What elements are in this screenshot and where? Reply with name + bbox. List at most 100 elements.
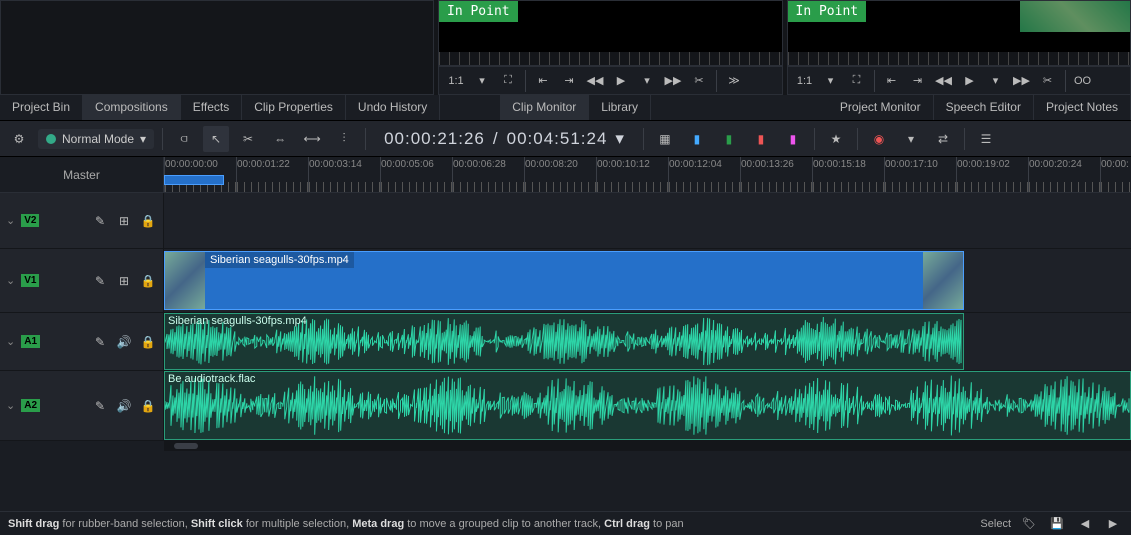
chevron-down-icon[interactable]: ▾ [615,129,625,149]
prev-icon[interactable]: ◀ [1075,515,1095,533]
video-icon[interactable]: ⊞ [115,212,133,230]
track-body-a2[interactable]: Be audiotrack.flac [164,371,1131,440]
edit-mode-select[interactable]: Normal Mode ▾ [38,129,154,149]
save-icon[interactable]: 💾 [1047,515,1067,533]
oo-label[interactable]: OO [1072,71,1094,91]
timecode-display[interactable]: 00:00:21:26 / 00:04:51:24 ▾ [374,129,635,149]
set-out-icon[interactable]: ⇥ [907,71,929,91]
tab-compositions[interactable]: Compositions [83,95,181,120]
lock-icon[interactable]: 🔒 [139,212,157,230]
collapse-icon[interactable]: ⌄ [6,335,15,348]
track-head-a2[interactable]: ⌄ A2 ✎ 🔊 🔒 [0,371,164,440]
slip-tool-icon[interactable]: ⟷ [299,126,325,152]
set-in-icon[interactable]: ⇤ [532,71,554,91]
tag-icon[interactable]: 🏷 [1019,515,1039,533]
mute-icon[interactable]: 🔊 [115,333,133,351]
chevron-down-icon[interactable]: ▾ [471,71,493,91]
track-head-v1[interactable]: ⌄ V1 ✎ ⊞ 🔒 [0,249,164,312]
lock-icon[interactable]: 🔒 [139,272,157,290]
fullscreen-icon[interactable]: ⛶ [846,71,868,91]
timeline-ruler-row: Master 00:00:00:0000:00:01:2200:00:03:14… [0,157,1131,193]
zoom-label[interactable]: 1:1 [794,71,816,91]
chevron-down-icon: ▾ [140,132,146,146]
track-body-a1[interactable]: Siberian seagulls-30fps.mp4 [164,313,1131,370]
master-label[interactable]: Master [0,157,164,192]
collapse-icon[interactable]: ⌄ [6,214,15,227]
chevron-down-icon[interactable]: ▾ [636,71,658,91]
effects-icon[interactable]: ✎ [91,397,109,415]
set-in-icon[interactable]: ⇤ [881,71,903,91]
favorite-icon[interactable]: ★ [823,126,849,152]
marker-blue-icon[interactable]: ▮ [684,126,710,152]
chevron-down-icon[interactable]: ▾ [985,71,1007,91]
marker-red-icon[interactable]: ▮ [748,126,774,152]
mix-icon[interactable]: ▦ [652,126,678,152]
monitor-ruler[interactable] [439,52,782,66]
effects-icon[interactable]: ✎ [91,212,109,230]
forward-icon[interactable]: ▶▶ [1011,71,1033,91]
timeline-scrollbar[interactable] [164,441,1131,451]
preview-left[interactable] [1,1,433,94]
play-icon[interactable]: ▶ [959,71,981,91]
audio-clip[interactable]: Be audiotrack.flac [164,371,1131,440]
tab-clip-properties[interactable]: Clip Properties [242,95,346,120]
track-label-a2: A2 [21,399,40,412]
timeline-ruler[interactable]: 00:00:00:0000:00:01:2200:00:03:1400:00:0… [164,157,1131,192]
track-body-v1[interactable]: Siberian seagulls-30fps.mp4 [164,249,1131,312]
rewind-icon[interactable]: ◀◀ [933,71,955,91]
chevron-down-icon[interactable]: ▾ [820,71,842,91]
chevron-down-icon[interactable]: ▾ [898,126,924,152]
preview-thumbnail [1020,1,1130,32]
marker-pink-icon[interactable]: ▮ [780,126,806,152]
effects-icon[interactable]: ✎ [91,272,109,290]
ripple-tool-icon[interactable]: ⫶ [331,126,357,152]
tab-project-notes[interactable]: Project Notes [1034,95,1131,120]
tab-clip-monitor[interactable]: Clip Monitor [500,95,589,120]
list-icon[interactable]: ☰ [973,126,999,152]
waveform [165,372,1130,439]
collapse-icon[interactable]: ⌄ [6,274,15,287]
forward-icon[interactable]: ▶▶ [662,71,684,91]
tab-speech-editor[interactable]: Speech Editor [934,95,1034,120]
tab-project-bin[interactable]: Project Bin [0,95,83,120]
crop-icon[interactable]: ✂ [688,71,710,91]
collapse-icon[interactable]: ⌄ [6,399,15,412]
select-tool-icon[interactable]: ↖ [203,126,229,152]
video-icon[interactable]: ⊞ [115,272,133,290]
video-clip[interactable]: Siberian seagulls-30fps.mp4 [164,251,964,310]
next-icon[interactable]: ▶ [1103,515,1123,533]
track-tools-icon[interactable]: ⫏ [171,126,197,152]
lock-icon[interactable]: 🔒 [139,333,157,351]
effects-icon[interactable]: ✎ [91,333,109,351]
more-icon[interactable]: ≫ [723,71,745,91]
tab-undo-history[interactable]: Undo History [346,95,440,120]
zoom-label[interactable]: 1:1 [445,71,467,91]
track-body-v2[interactable] [164,193,1131,248]
lock-icon[interactable]: 🔒 [139,397,157,415]
tab-project-monitor[interactable]: Project Monitor [828,95,934,120]
scrollbar-thumb[interactable] [174,443,198,449]
crop-icon[interactable]: ✂ [1037,71,1059,91]
set-out-icon[interactable]: ⇥ [558,71,580,91]
preview-right[interactable]: In Point [788,1,1131,52]
audio-clip[interactable]: Siberian seagulls-30fps.mp4 [164,313,964,370]
monitor-ruler[interactable] [788,52,1131,66]
marker-green-icon[interactable]: ▮ [716,126,742,152]
settings-icon[interactable]: ⚙ [6,126,32,152]
timecode-total: 00:04:51:24 [507,129,608,149]
fullscreen-icon[interactable]: ⛶ [497,71,519,91]
record-icon[interactable]: ◉ [866,126,892,152]
preview-center[interactable]: In Point [439,1,782,52]
tab-library[interactable]: Library [589,95,651,120]
track-head-v2[interactable]: ⌄ V2 ✎ ⊞ 🔒 [0,193,164,248]
razor-tool-icon[interactable]: ✂ [235,126,261,152]
mute-icon[interactable]: 🔊 [115,397,133,415]
timeline-zone[interactable] [164,175,224,185]
panel-tabs: Project Bin Compositions Effects Clip Pr… [0,95,1131,121]
preview-render-icon[interactable]: ⇄ [930,126,956,152]
track-head-a1[interactable]: ⌄ A1 ✎ 🔊 🔒 [0,313,164,370]
spacer-tool-icon[interactable]: ⇔ [267,126,293,152]
tab-effects[interactable]: Effects [181,95,242,120]
play-icon[interactable]: ▶ [610,71,632,91]
rewind-icon[interactable]: ◀◀ [584,71,606,91]
